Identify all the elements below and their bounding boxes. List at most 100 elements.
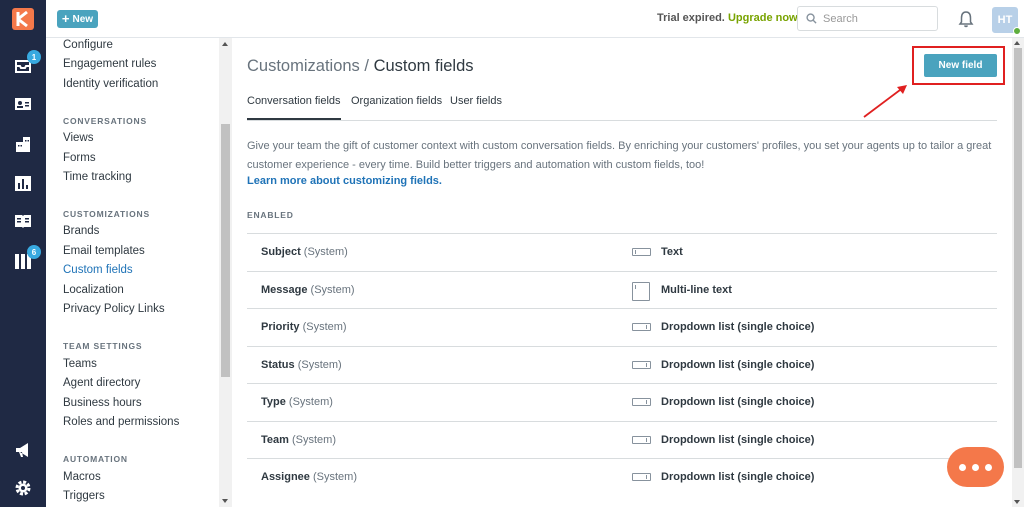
top-bar: + New Trial expired. Upgrade now Search … (46, 0, 1024, 38)
field-name: Status (261, 358, 295, 371)
field-name-cell: Assignee (System) (261, 471, 357, 483)
system-tag: (System) (310, 283, 355, 296)
table-row[interactable]: Team (System) Dropdown list (single choi… (247, 420, 997, 459)
field-name-cell: Subject (System) (261, 246, 348, 258)
section-team-settings: TEAM SETTINGS (63, 341, 143, 351)
table-row[interactable]: Message (System) Multi-line text (247, 270, 997, 309)
nav-item-views[interactable]: Views (63, 132, 93, 144)
search-input[interactable]: Search (797, 6, 938, 31)
table-row[interactable]: Status (System) Dropdown list (single ch… (247, 345, 997, 384)
text-field-icon (632, 248, 651, 256)
nav-item-configure[interactable]: Configure (63, 39, 113, 51)
field-name-cell: Type (System) (261, 396, 333, 408)
nav-item-custom-fields[interactable]: Custom fields (63, 264, 133, 276)
dropdown-field-icon (632, 435, 651, 444)
field-name: Team (261, 433, 289, 446)
nav-item-identity-verification[interactable]: Identity verification (63, 78, 158, 90)
inbox-badge: 1 (27, 50, 41, 64)
highlight-box: New field (912, 46, 1005, 85)
notifications-bell-icon[interactable] (958, 10, 974, 28)
page-description: Give your team the gift of customer cont… (247, 140, 992, 171)
nav-item-engagement-rules[interactable]: Engagement rules (63, 58, 156, 70)
avatar-initials: HT (997, 14, 1013, 26)
nav-item-roles-and-permissions[interactable]: Roles and permissions (63, 416, 179, 428)
table-row[interactable]: Priority (System) Dropdown list (single … (247, 308, 997, 346)
enabled-heading: ENABLED (247, 210, 294, 220)
product-rail: 1 6 (0, 0, 46, 507)
table-row[interactable]: Type (System) Dropdown list (single choi… (247, 383, 997, 421)
system-tag: (System) (288, 396, 333, 408)
system-tag: (System) (291, 433, 336, 446)
views-badge: 6 (27, 245, 41, 259)
system-tag: (System) (297, 358, 342, 371)
field-tabs: Conversation fields Organization fields … (247, 90, 997, 121)
chat-dot-icon (985, 463, 992, 471)
field-type: Dropdown list (single choice) (661, 433, 815, 446)
learn-more-link[interactable]: Learn more about customizing fields. (247, 175, 442, 187)
nav-item-localization[interactable]: Localization (63, 284, 124, 296)
settings-nav: Configure Engagement rules Identity veri… (46, 38, 232, 507)
upgrade-link[interactable]: Upgrade now (728, 12, 798, 24)
nav-item-macros[interactable]: Macros (63, 471, 101, 483)
announcements-icon[interactable] (13, 440, 33, 460)
online-status-dot (1013, 27, 1021, 35)
search-placeholder: Search (823, 12, 858, 25)
nav-item-email-templates[interactable]: Email templates (63, 245, 145, 257)
field-name-cell: Priority (System) (261, 321, 347, 333)
contacts-icon[interactable] (13, 94, 33, 114)
breadcrumb-parent[interactable]: Customizations / (247, 57, 369, 75)
dropdown-field-icon (632, 398, 651, 406)
scroll-up-arrow-icon[interactable] (222, 42, 228, 46)
settings-nav-scrollbar[interactable] (219, 38, 232, 507)
field-name-cell: Status (System) (261, 359, 342, 371)
scroll-down-arrow-icon[interactable] (1014, 500, 1020, 504)
field-type: Dropdown list (single choice) (661, 358, 815, 371)
dropdown-field-icon (632, 360, 651, 369)
field-type: Dropdown list (single choice) (661, 471, 815, 483)
new-field-button[interactable]: New field (924, 54, 997, 77)
scrollbar-thumb[interactable] (221, 124, 230, 377)
field-type: Multi-line text (661, 283, 732, 296)
knowledge-icon[interactable] (13, 211, 33, 231)
nav-item-agent-directory[interactable]: Agent directory (63, 377, 140, 389)
scroll-down-arrow-icon[interactable] (222, 499, 228, 503)
field-name: Message (261, 283, 308, 296)
section-customizations: CUSTOMIZATIONS (63, 209, 150, 219)
reporting-icon[interactable] (13, 173, 33, 193)
organizations-icon[interactable] (13, 134, 33, 154)
nav-item-triggers[interactable]: Triggers (63, 490, 105, 502)
field-name: Assignee (261, 471, 310, 483)
system-tag: (System) (312, 471, 357, 483)
chat-dot-icon (959, 463, 966, 471)
tab-organization-fields[interactable]: Organization fields (351, 95, 442, 107)
field-name: Priority (261, 321, 300, 333)
scroll-up-arrow-icon[interactable] (1014, 41, 1020, 45)
page-scrollbar[interactable] (1012, 38, 1024, 507)
zendesk-logo[interactable] (11, 7, 35, 31)
section-automation: AUTOMATION (63, 454, 128, 464)
section-conversations: CONVERSATIONS (63, 116, 147, 126)
field-name: Subject (261, 246, 301, 258)
field-type: Text (661, 246, 683, 258)
nav-item-brands[interactable]: Brands (63, 225, 99, 237)
user-avatar[interactable]: HT (992, 7, 1021, 35)
dropdown-field-icon (632, 473, 651, 481)
nav-item-teams[interactable]: Teams (63, 358, 97, 370)
table-row[interactable]: Assignee (System) Dropdown list (single … (247, 458, 997, 496)
chat-launcher-button[interactable] (947, 447, 1004, 487)
field-type: Dropdown list (single choice) (661, 396, 815, 408)
plus-icon: + (61, 11, 70, 26)
tab-user-fields[interactable]: User fields (450, 95, 502, 107)
new-button[interactable]: + New (57, 10, 98, 28)
nav-item-privacy-policy-links[interactable]: Privacy Policy Links (63, 303, 165, 315)
table-row[interactable]: Subject (System) Text (247, 233, 997, 271)
field-name-cell: Team (System) (261, 434, 336, 446)
field-name: Type (261, 396, 286, 408)
nav-item-time-tracking[interactable]: Time tracking (63, 171, 132, 183)
search-icon (806, 13, 817, 24)
nav-item-forms[interactable]: Forms (63, 152, 96, 164)
settings-gear-icon[interactable] (13, 478, 33, 498)
nav-item-business-hours[interactable]: Business hours (63, 397, 142, 409)
scrollbar-thumb[interactable] (1014, 48, 1022, 468)
tab-conversation-fields[interactable]: Conversation fields (247, 95, 341, 120)
